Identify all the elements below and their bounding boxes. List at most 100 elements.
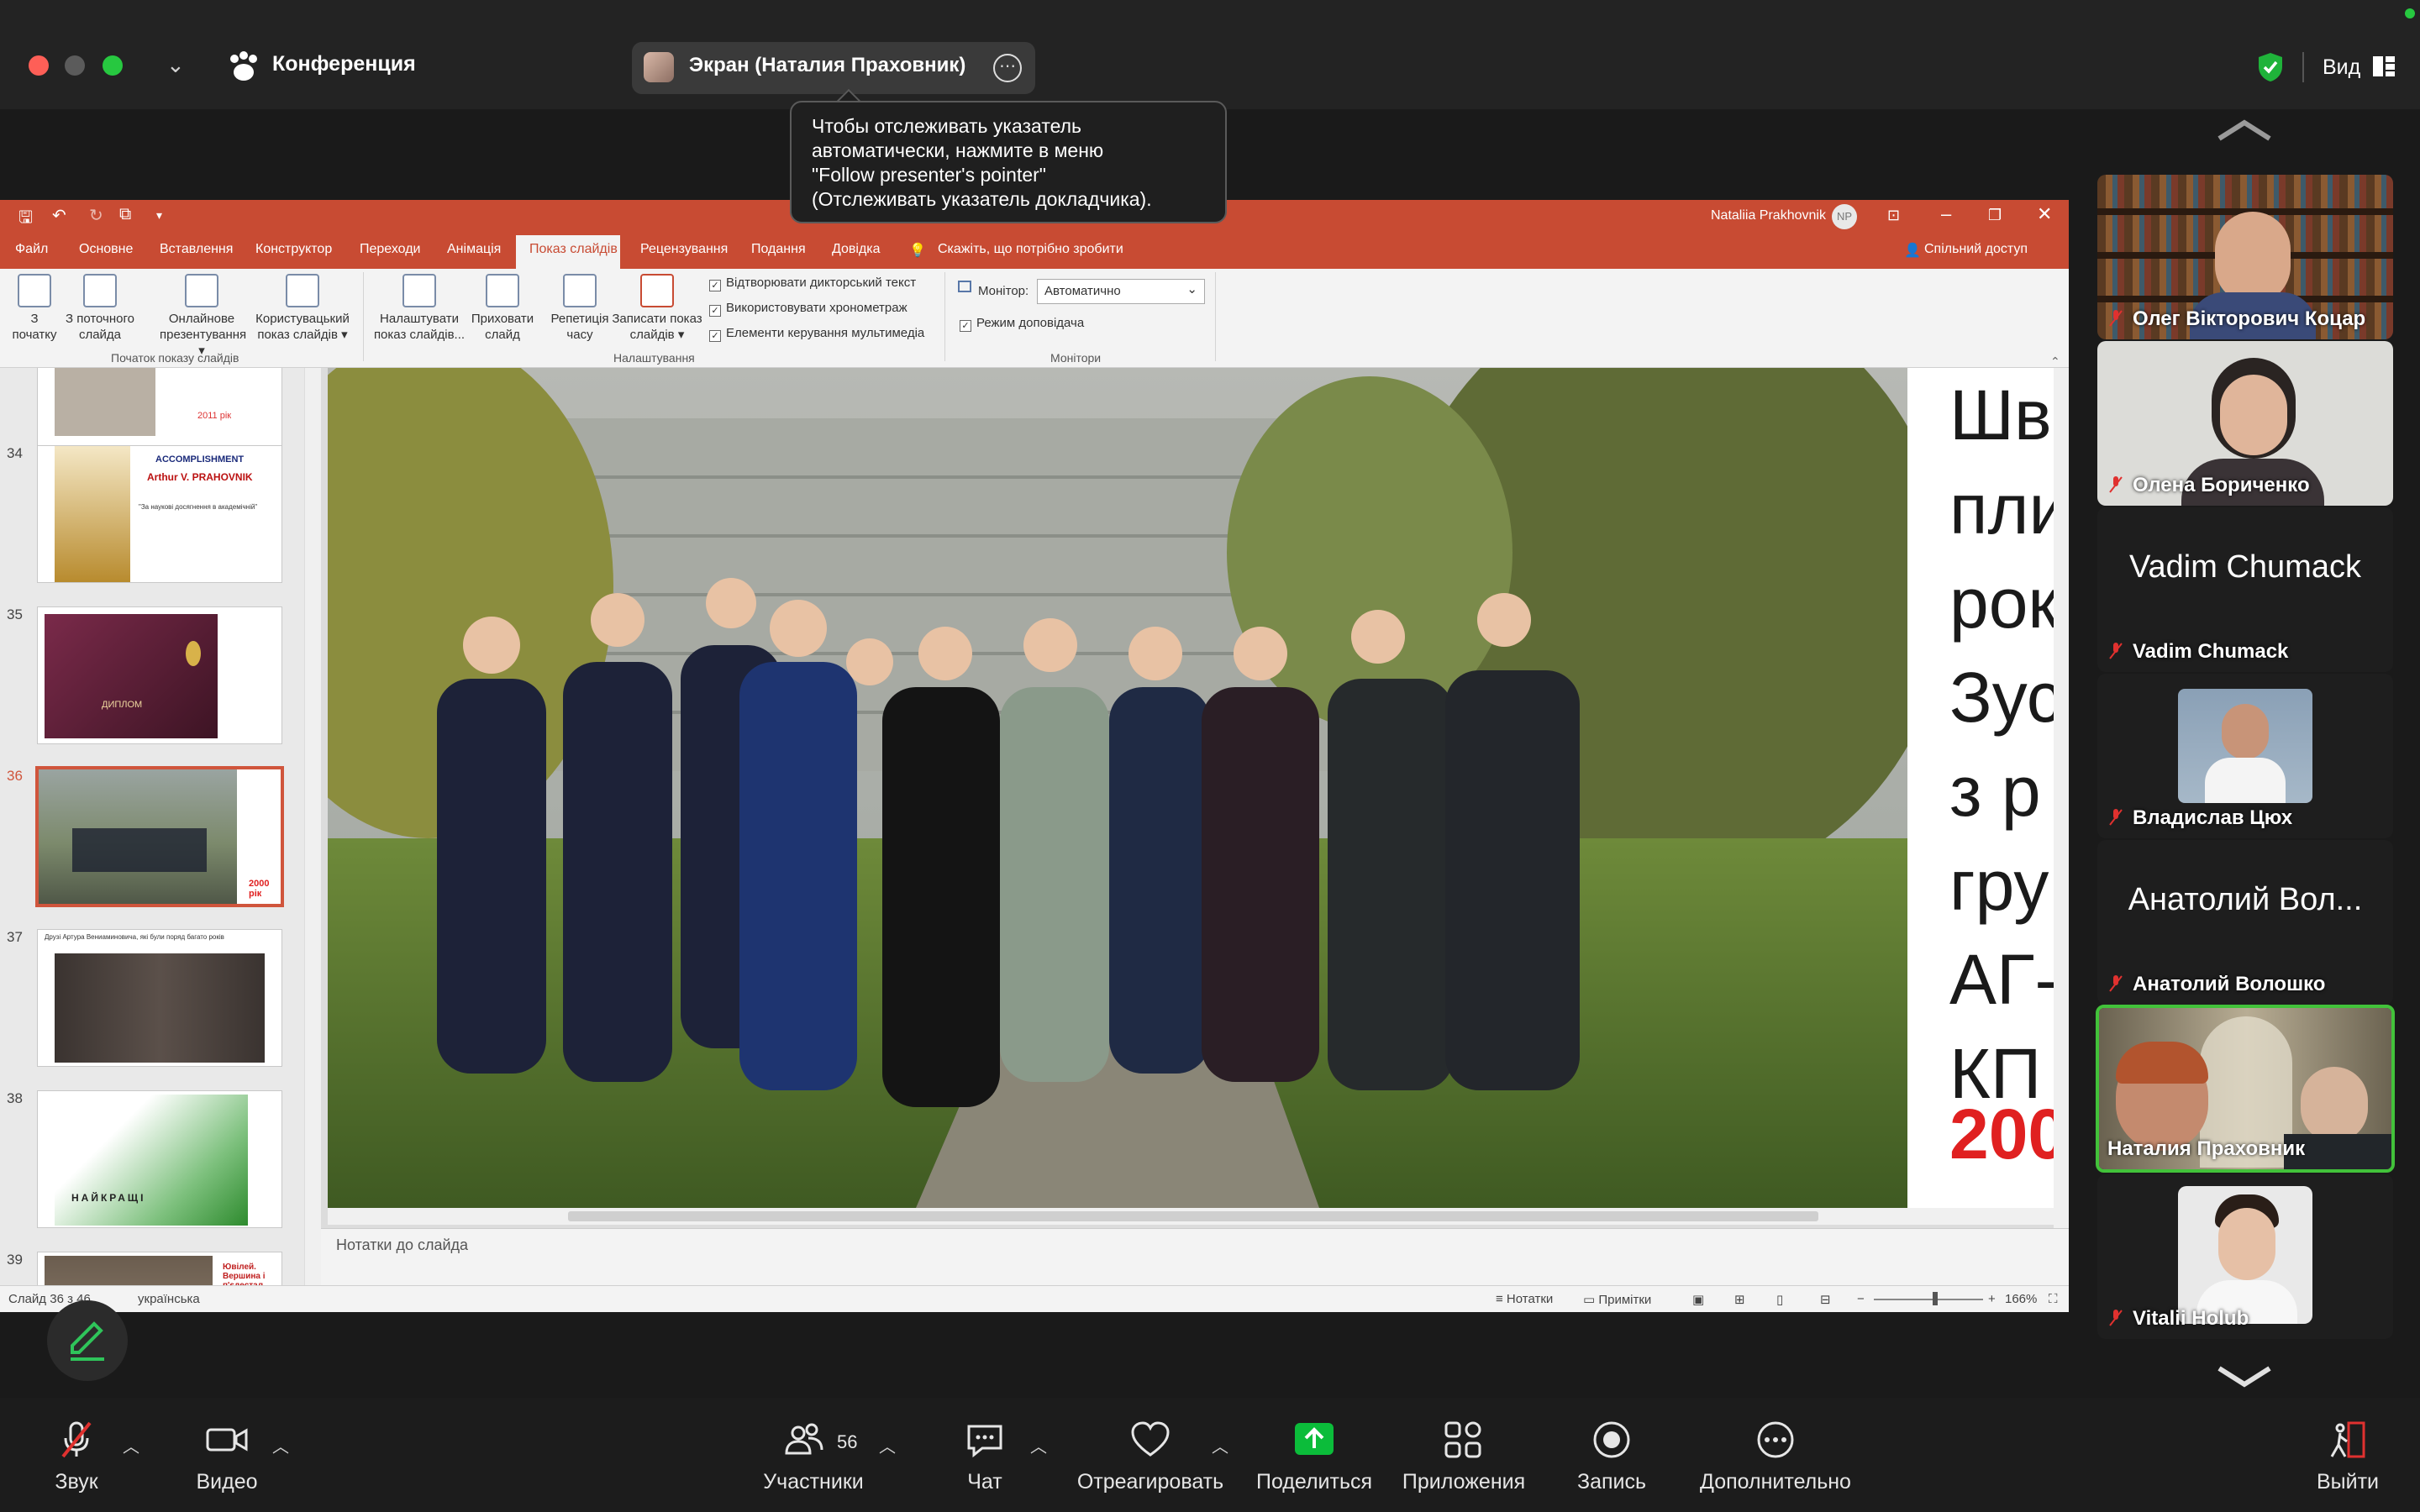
tab-file[interactable]: Файл [15, 242, 48, 257]
slide-year[interactable]: 200 [1949, 1094, 2054, 1175]
chat-options-caret-icon[interactable]: ︿ [1030, 1433, 1047, 1457]
share-screen-button[interactable]: Поделиться [1255, 1420, 1373, 1494]
video-options-caret-icon[interactable]: ︿ [272, 1433, 289, 1457]
from-beginning-button[interactable]: Зпочатку [7, 274, 62, 343]
video-button[interactable]: Видео [192, 1420, 262, 1494]
record-slideshow-button[interactable]: Записати показ слайдів ▾ [608, 274, 706, 343]
window-zoom-button[interactable] [103, 55, 123, 76]
fit-slide-icon[interactable]: ⛶ [2049, 1292, 2058, 1306]
chat-button[interactable]: Чат [958, 1420, 1012, 1494]
slide-thumbnail[interactable]: ACCOMPLISHMENT Arthur V. PRAHOVNIK "За н… [37, 445, 282, 583]
share-options-icon[interactable]: ⋯ [993, 54, 1022, 82]
current-slide[interactable]: Шв пли рок Зус з р гру АГ- КП 200 [328, 368, 2054, 1208]
zoom-slider[interactable] [1874, 1299, 1983, 1300]
comments-toggle-button[interactable]: ▭ Примітки [1583, 1292, 1651, 1307]
normal-view-icon[interactable]: ▣ [1692, 1292, 1704, 1307]
setup-slideshow-button[interactable]: Налаштувати показ слайдів... [370, 274, 469, 343]
tab-animations[interactable]: Анімація [447, 242, 501, 257]
leave-button[interactable]: Выйти [2316, 1420, 2380, 1494]
participant-name: Vadim Chumack [2109, 640, 2288, 664]
zoom-in-icon[interactable]: + [1988, 1292, 1996, 1306]
participant-tile[interactable]: Олена Бориченко [2097, 341, 2393, 506]
redo-icon[interactable]: ↻ [89, 205, 103, 226]
view-layout-icon[interactable] [2371, 54, 2396, 79]
annotate-button[interactable] [47, 1300, 128, 1381]
monitor-select[interactable]: Автоматично ⌄ [1037, 279, 1205, 304]
slide-sorter-icon[interactable]: ⊞ [1734, 1292, 1745, 1307]
tab-slideshow[interactable]: Показ слайдів [529, 242, 618, 257]
scrollbar-thumb[interactable] [568, 1211, 1818, 1221]
participant-display-name: Vadim Chumack [2129, 549, 2361, 585]
ppt-minimize-icon[interactable]: – [1941, 203, 1951, 225]
more-button[interactable]: Дополнительно [1697, 1420, 1854, 1494]
participant-tile[interactable]: Vitalii Holub [2097, 1174, 2393, 1339]
slideshow-start-icon [18, 274, 51, 307]
ribbon-display-icon[interactable]: ⊡ [1887, 207, 1900, 224]
customize-qat-icon[interactable]: ▾ [156, 208, 162, 223]
tab-insert[interactable]: Вставлення [160, 242, 233, 257]
tab-help[interactable]: Довідка [832, 242, 881, 257]
account-name[interactable]: Nataliia Prakhovnik [1711, 208, 1826, 223]
vertical-scrollbar[interactable] [2054, 368, 2069, 1228]
gallery-scroll-down-icon[interactable] [2215, 1364, 2274, 1389]
participant-tile[interactable]: Владислав Цюх [2097, 674, 2393, 838]
view-button[interactable]: Вид [2323, 55, 2360, 80]
record-button[interactable]: Запись [1576, 1420, 1647, 1494]
language-indicator[interactable]: українська [138, 1292, 200, 1306]
window-minimize-button[interactable] [65, 55, 85, 76]
meeting-title[interactable]: Конференция [272, 52, 416, 76]
tab-review[interactable]: Рецензування [640, 242, 728, 257]
participant-tile[interactable]: Олег Вікторович Коцар [2097, 175, 2393, 339]
slide-thumbnail[interactable]: Друзі Артура Вениаминовича, які були пор… [37, 929, 282, 1067]
notes-placeholder[interactable]: Нотатки до слайда [336, 1236, 468, 1254]
present-online-button[interactable]: Онлайнове презентування ▾ [160, 274, 246, 359]
window-close-button[interactable] [29, 55, 49, 76]
undo-icon[interactable]: ↶ [52, 205, 66, 226]
tab-view[interactable]: Подання [751, 242, 806, 257]
audio-button[interactable]: Звук [47, 1420, 106, 1494]
zoom-slider-thumb[interactable] [1933, 1292, 1938, 1305]
collapse-ribbon-icon[interactable]: ⌃ [2050, 354, 2060, 369]
tab-transitions[interactable]: Переходи [360, 242, 420, 257]
share-document-button[interactable]: Спільний доступ [1924, 242, 2028, 257]
checkbox-narration[interactable]: ✓ Відтворювати дикторський текст [709, 276, 916, 291]
slide-thumbnail[interactable]: НАЙКРАЩІ [37, 1090, 282, 1228]
start-slideshow-icon[interactable]: ⧉ [119, 205, 131, 224]
custom-slideshow-button[interactable]: Користувацький показ слайдів ▾ [249, 274, 356, 343]
react-options-caret-icon[interactable]: ︿ [1212, 1433, 1228, 1457]
gallery-scroll-up-icon[interactable] [2215, 118, 2274, 143]
checkbox-timings[interactable]: ✓ Використовувати хронометраж [709, 301, 908, 317]
ppt-restore-icon[interactable]: ❐ [1988, 207, 2002, 224]
slide-thumbnail[interactable]: Ювілей. Вершина і п'єдестал. [37, 1252, 282, 1285]
notes-toggle-button[interactable]: ≡ Нотатки [1496, 1292, 1553, 1306]
zoom-level[interactable]: 166% [2005, 1292, 2037, 1306]
hide-slide-button[interactable]: Приховати слайд [467, 274, 538, 343]
notes-pane[interactable] [321, 1228, 2069, 1284]
react-button[interactable]: Отреагировать [1072, 1420, 1228, 1494]
reading-view-icon[interactable]: ▯ [1776, 1292, 1783, 1307]
thumbnail-scrollbar[interactable] [304, 368, 321, 1285]
apps-button[interactable]: Приложения [1400, 1420, 1528, 1494]
rehearse-timings-button[interactable]: Репетиція часу [544, 274, 615, 343]
participant-tile[interactable]: Vadim Chumack Vadim Chumack [2097, 507, 2393, 672]
checkbox-media-controls[interactable]: ✓ Елементи керування мультимедіа [709, 326, 924, 342]
slideshow-view-icon[interactable]: ⊟ [1820, 1292, 1831, 1307]
tell-me-search[interactable]: Скажіть, що потрібно зробити [938, 242, 1123, 257]
security-shield-icon[interactable] [2257, 52, 2284, 82]
slide-thumbnail[interactable]: ДИПЛОМ [37, 606, 282, 744]
tab-home[interactable]: Основне [79, 242, 133, 257]
save-icon[interactable]: 🖫 [18, 205, 33, 234]
slide-thumbnail-selected[interactable]: 2000 рік [35, 766, 284, 907]
chevron-down-icon[interactable]: ⌄ [166, 52, 185, 78]
participant-tile-active-speaker[interactable]: Наталия Праховник [2096, 1005, 2395, 1173]
zoom-out-icon[interactable]: − [1857, 1292, 1865, 1306]
audio-options-caret-icon[interactable]: ︿ [123, 1433, 139, 1457]
slide-text[interactable]: Шв пли рок Зус з р гру АГ- КП [1949, 368, 2054, 1121]
from-current-button[interactable]: З поточного слайда [60, 274, 139, 343]
participant-tile[interactable]: Анатолий Вол... Анатолий Волошко [2097, 840, 2393, 1005]
checkbox-presenter-view[interactable]: ✓ Режим доповідача [960, 316, 1084, 332]
account-avatar[interactable]: NP [1832, 204, 1857, 229]
ppt-close-icon[interactable]: ✕ [2037, 203, 2052, 225]
participants-options-caret-icon[interactable]: ︿ [879, 1433, 896, 1457]
tab-design[interactable]: Конструктор [255, 242, 332, 257]
